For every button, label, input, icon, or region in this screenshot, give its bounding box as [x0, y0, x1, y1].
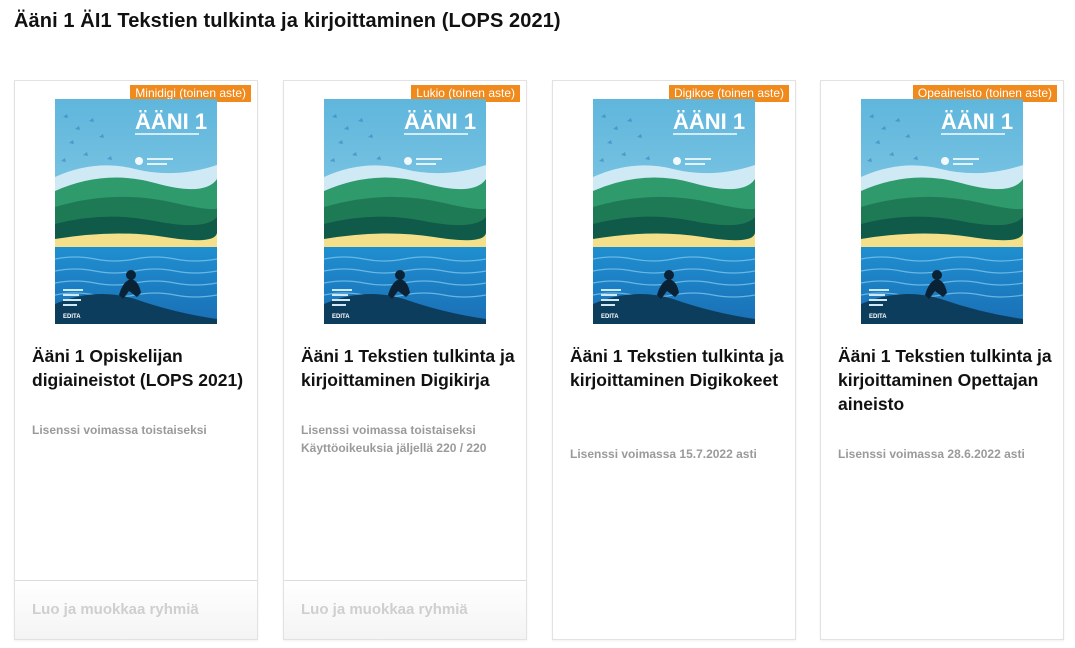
license-usage-count: Käyttöoikeuksia jäljellä 220 / 220: [301, 441, 487, 455]
book-cover-image[interactable]: ÄÄNI 1 EDITA: [324, 99, 486, 324]
book-cover-image[interactable]: ÄÄNI 1 EDITA: [861, 99, 1023, 324]
svg-text:EDITA: EDITA: [332, 314, 350, 320]
license-status: Lisenssi voimassa toistaiseksi: [301, 423, 476, 437]
license-status: Lisenssi voimassa toistaiseksi: [32, 423, 207, 437]
product-cards: Minidigi (toinen aste) ÄÄNI 1 EDITA Ääni…: [14, 80, 1064, 640]
product-card-minidigi[interactable]: Minidigi (toinen aste) ÄÄNI 1 EDITA Ääni…: [14, 80, 258, 640]
license-status: Lisenssi voimassa 28.6.2022 asti: [838, 447, 1025, 461]
product-card-digikoe[interactable]: Digikoe (toinen aste) ÄÄNI 1 EDITA Ääni …: [552, 80, 796, 640]
product-card-lukio[interactable]: Lukio (toinen aste) ÄÄNI 1 EDITA Ääni 1 …: [283, 80, 527, 640]
license-status: Lisenssi voimassa 15.7.2022 asti: [570, 447, 757, 461]
license-info: Lisenssi voimassa 15.7.2022 asti: [570, 445, 785, 463]
svg-text:ÄÄNI 1: ÄÄNI 1: [673, 109, 745, 134]
license-info: Lisenssi voimassa 28.6.2022 asti: [838, 445, 1053, 463]
page-title: Ääni 1 ÄI1 Tekstien tulkinta ja kirjoitt…: [14, 10, 561, 32]
manage-groups-link[interactable]: Luo ja muokkaa ryhmiä: [301, 601, 468, 618]
product-title[interactable]: Ääni 1 Tekstien tulkinta ja kirjoittamin…: [570, 344, 785, 392]
book-cover-image[interactable]: ÄÄNI 1 EDITA: [55, 99, 217, 324]
product-title[interactable]: Ääni 1 Tekstien tulkinta ja kirjoittamin…: [838, 344, 1053, 416]
product-title[interactable]: Ääni 1 Opiskelijan digiaineistot (LOPS 2…: [32, 344, 247, 392]
svg-text:ÄÄNI 1: ÄÄNI 1: [135, 109, 207, 134]
svg-text:ÄÄNI 1: ÄÄNI 1: [404, 109, 476, 134]
svg-text:EDITA: EDITA: [63, 314, 81, 320]
book-cover-image[interactable]: ÄÄNI 1 EDITA: [593, 99, 755, 324]
card-footer: Luo ja muokkaa ryhmiä: [15, 580, 257, 639]
license-info: Lisenssi voimassa toistaiseksi: [32, 421, 247, 439]
product-card-opeaineisto[interactable]: Opeaineisto (toinen aste) ÄÄNI 1 EDITA Ä…: [820, 80, 1064, 640]
license-info: Lisenssi voimassa toistaiseksi Käyttöoik…: [301, 421, 516, 457]
svg-text:EDITA: EDITA: [869, 314, 887, 320]
svg-text:ÄÄNI 1: ÄÄNI 1: [941, 109, 1013, 134]
card-footer: Luo ja muokkaa ryhmiä: [284, 580, 526, 639]
manage-groups-link[interactable]: Luo ja muokkaa ryhmiä: [32, 601, 199, 618]
product-title[interactable]: Ääni 1 Tekstien tulkinta ja kirjoittamin…: [301, 344, 516, 392]
svg-text:EDITA: EDITA: [601, 314, 619, 320]
